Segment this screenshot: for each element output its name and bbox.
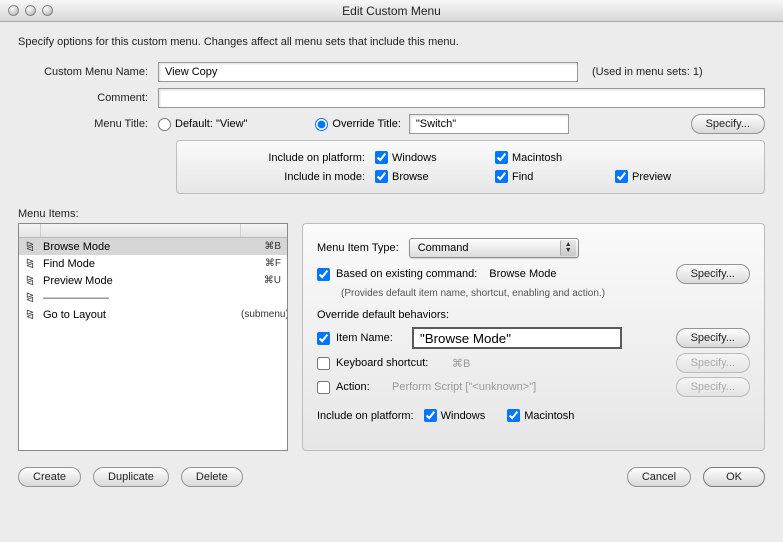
item-platform-windows-check[interactable]: Windows bbox=[424, 409, 486, 422]
create-button[interactable]: Create bbox=[18, 467, 81, 487]
custom-menu-name-field[interactable] bbox=[158, 62, 578, 82]
platform-macintosh-check[interactable]: Macintosh bbox=[495, 151, 615, 164]
menu-items-label: Menu Items: bbox=[18, 208, 765, 220]
based-on-hint: (Provides default item name, shortcut, e… bbox=[341, 288, 750, 299]
specify-item-name-button[interactable]: Specify... bbox=[676, 328, 750, 348]
custom-menu-name-label: Custom Menu Name: bbox=[18, 66, 158, 78]
specify-action-button: Specify... bbox=[676, 377, 750, 397]
based-on-label: Based on existing command: bbox=[336, 268, 477, 280]
platform-windows-check[interactable]: Windows bbox=[375, 151, 495, 164]
drag-handle-icon[interactable]: ⧎ bbox=[19, 258, 41, 269]
drag-handle-icon[interactable]: ⧎ bbox=[19, 309, 41, 320]
specify-title-button[interactable]: Specify... bbox=[691, 114, 765, 134]
list-item[interactable]: ⧎Browse Mode⌘B bbox=[19, 238, 287, 255]
list-item-shortcut: ⌘B bbox=[241, 241, 287, 252]
action-value: Perform Script ["<unknown>"] bbox=[392, 381, 536, 393]
item-name-label: Item Name: bbox=[336, 332, 406, 344]
based-on-check[interactable] bbox=[317, 268, 330, 281]
chevron-updown-icon: ▲▼ bbox=[560, 240, 576, 256]
mode-preview-check[interactable]: Preview bbox=[615, 170, 735, 183]
intro-text: Specify options for this custom menu. Ch… bbox=[18, 36, 765, 48]
list-item-name: Browse Mode bbox=[41, 241, 241, 253]
item-name-check[interactable] bbox=[317, 332, 330, 345]
drag-handle-icon[interactable]: ⧎ bbox=[19, 275, 41, 286]
action-label: Action: bbox=[336, 381, 386, 393]
override-title-radio[interactable]: Override Title: bbox=[315, 118, 400, 131]
kb-shortcut-label: Keyboard shortcut: bbox=[336, 357, 446, 369]
action-check[interactable] bbox=[317, 381, 330, 394]
override-title-radio-label: Override Title: bbox=[332, 118, 400, 130]
based-on-command: Browse Mode bbox=[489, 268, 556, 280]
kb-shortcut-check[interactable] bbox=[317, 357, 330, 370]
mode-find-check[interactable]: Find bbox=[495, 170, 615, 183]
list-item-shortcut: ⌘F bbox=[241, 258, 287, 269]
override-title-radio-input[interactable] bbox=[315, 118, 328, 131]
list-item-name: Go to Layout bbox=[41, 309, 241, 321]
window-title: Edit Custom Menu bbox=[0, 4, 783, 18]
list-item-name: Find Mode bbox=[41, 258, 241, 270]
item-platform-macintosh-check[interactable]: Macintosh bbox=[507, 409, 574, 422]
list-item[interactable]: ⧎Go to Layout(submenu) bbox=[19, 306, 287, 323]
menu-item-type-label: Menu Item Type: bbox=[317, 242, 409, 254]
drag-handle-icon[interactable]: ⧎ bbox=[19, 292, 41, 303]
duplicate-button[interactable]: Duplicate bbox=[93, 467, 169, 487]
override-title-field[interactable] bbox=[409, 114, 569, 134]
menu-item-type-select[interactable]: Command ▲▼ bbox=[409, 238, 579, 258]
menu-item-type-value: Command bbox=[418, 242, 469, 254]
override-behaviors-label: Override default behaviors: bbox=[317, 309, 750, 321]
list-item-name: Preview Mode bbox=[41, 275, 241, 287]
include-mode-label: Include in mode: bbox=[195, 171, 375, 183]
cancel-button[interactable]: Cancel bbox=[627, 467, 691, 487]
comment-label: Comment: bbox=[18, 92, 158, 104]
comment-field[interactable] bbox=[158, 88, 765, 108]
list-item[interactable]: ⧎Find Mode⌘F bbox=[19, 255, 287, 272]
drag-handle-icon[interactable]: ⧎ bbox=[19, 241, 41, 252]
menu-items-list[interactable]: ⧎Browse Mode⌘B⧎Find Mode⌘F⧎Preview Mode⌘… bbox=[18, 223, 288, 451]
include-platform-label: Include on platform: bbox=[195, 152, 375, 164]
platform-mode-box: Include on platform: Windows Macintosh I… bbox=[176, 140, 765, 194]
item-name-field[interactable] bbox=[412, 327, 622, 349]
delete-button[interactable]: Delete bbox=[181, 467, 243, 487]
list-header bbox=[19, 224, 287, 238]
used-in-sets: (Used in menu sets: 1) bbox=[592, 66, 703, 78]
default-title-radio-label: Default: "View" bbox=[175, 118, 247, 130]
titlebar: Edit Custom Menu bbox=[0, 0, 783, 22]
specify-shortcut-button: Specify... bbox=[676, 353, 750, 373]
kb-shortcut-value: ⌘B bbox=[452, 357, 470, 370]
default-title-radio-input[interactable] bbox=[158, 118, 171, 131]
menu-title-label: Menu Title: bbox=[18, 118, 158, 130]
list-item[interactable]: ⧎Preview Mode⌘U bbox=[19, 272, 287, 289]
item-include-platform-label: Include on platform: bbox=[317, 410, 414, 422]
mode-browse-check[interactable]: Browse bbox=[375, 170, 495, 183]
list-item[interactable]: ⧎—————— bbox=[19, 289, 287, 306]
list-item-name: —————— bbox=[41, 292, 241, 304]
default-title-radio[interactable]: Default: "View" bbox=[158, 118, 247, 131]
item-detail-panel: Menu Item Type: Command ▲▼ Based on exis… bbox=[302, 223, 765, 451]
specify-command-button[interactable]: Specify... bbox=[676, 264, 750, 284]
list-item-shortcut: ⌘U bbox=[241, 275, 287, 286]
list-item-shortcut: (submenu) bbox=[241, 309, 287, 320]
ok-button[interactable]: OK bbox=[703, 467, 765, 487]
